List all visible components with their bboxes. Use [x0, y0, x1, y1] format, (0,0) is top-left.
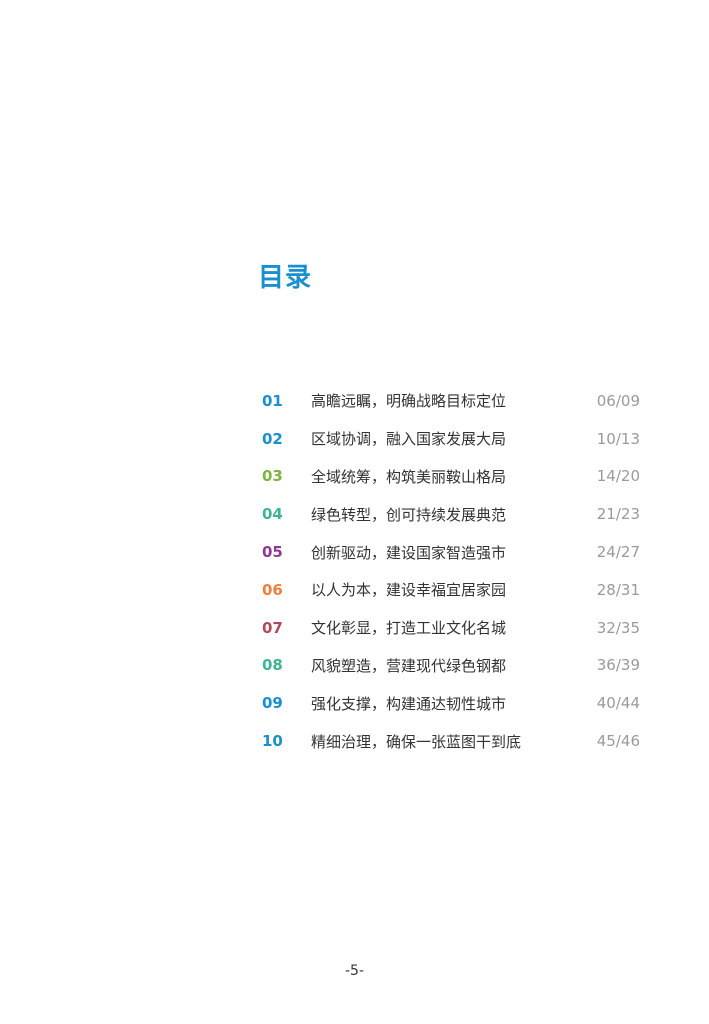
toc-item-pages: 10/13 — [596, 429, 640, 448]
toc-item-number: 08 — [262, 656, 283, 675]
toc-item-number: 03 — [262, 467, 283, 486]
toc-item[interactable]: 10 精细治理，确保一张蓝图干到底 45/46 — [262, 722, 640, 760]
toc-item[interactable]: 05 创新驱动，建设国家智造强市 24/27 — [262, 533, 640, 571]
toc-item-title: 全域统筹，构筑美丽鞍山格局 — [311, 467, 507, 486]
toc-item[interactable]: 06 以人为本，建设幸福宜居家园 28/31 — [262, 571, 640, 609]
toc-item-pages: 28/31 — [596, 580, 640, 599]
toc-item-pages: 32/35 — [596, 618, 640, 637]
toc-item[interactable]: 01 高瞻远瞩，明确战略目标定位 06/09 — [262, 382, 640, 420]
toc-item-number: 01 — [262, 391, 283, 410]
toc-item-number: 05 — [262, 543, 283, 562]
toc-item-title: 创新驱动，建设国家智造强市 — [311, 543, 507, 562]
toc-item[interactable]: 09 强化支撑，构建通达韧性城市 40/44 — [262, 684, 640, 722]
toc-item-number: 10 — [262, 732, 283, 751]
toc-item-title: 风貌塑造，营建现代绿色钢都 — [311, 656, 507, 675]
toc-item-pages: 40/44 — [596, 694, 640, 713]
toc-item-pages: 24/27 — [596, 543, 640, 562]
toc-item-pages: 36/39 — [596, 656, 640, 675]
page-number: -5- — [344, 963, 364, 979]
toc-item-title: 强化支撑，构建通达韧性城市 — [311, 694, 507, 713]
toc-item-title: 文化彰显，打造工业文化名城 — [311, 619, 507, 638]
toc-item-title: 区域协调，融入国家发展大局 — [311, 430, 507, 449]
toc-item-title: 精细治理，确保一张蓝图干到底 — [311, 732, 522, 751]
table-of-contents: 01 高瞻远瞩，明确战略目标定位 06/09 02 区域协调，融入国家发展大局 … — [262, 382, 640, 760]
toc-item-number: 06 — [262, 580, 283, 599]
toc-item-pages: 21/23 — [596, 505, 640, 524]
toc-item-title: 以人为本，建设幸福宜居家园 — [311, 581, 507, 600]
toc-item[interactable]: 07 文化彰显，打造工业文化名城 32/35 — [262, 609, 640, 647]
toc-item[interactable]: 03 全域统筹，构筑美丽鞍山格局 14/20 — [262, 458, 640, 496]
toc-item[interactable]: 02 区域协调，融入国家发展大局 10/13 — [262, 420, 640, 458]
toc-item-number: 09 — [262, 694, 283, 713]
toc-item-number: 02 — [262, 429, 283, 448]
toc-item-number: 04 — [262, 505, 283, 524]
toc-item-title: 高瞻远瞩，明确战略目标定位 — [311, 392, 507, 411]
toc-item-pages: 14/20 — [596, 467, 640, 486]
toc-item[interactable]: 08 风貌塑造，营建现代绿色钢都 36/39 — [262, 647, 640, 685]
toc-item[interactable]: 04 绿色转型，创可持续发展典范 21/23 — [262, 495, 640, 533]
toc-item-pages: 45/46 — [596, 732, 640, 751]
toc-item-title: 绿色转型，创可持续发展典范 — [311, 505, 507, 524]
toc-item-number: 07 — [262, 618, 283, 637]
toc-item-pages: 06/09 — [596, 391, 640, 410]
page-title: 目录 — [258, 263, 313, 293]
